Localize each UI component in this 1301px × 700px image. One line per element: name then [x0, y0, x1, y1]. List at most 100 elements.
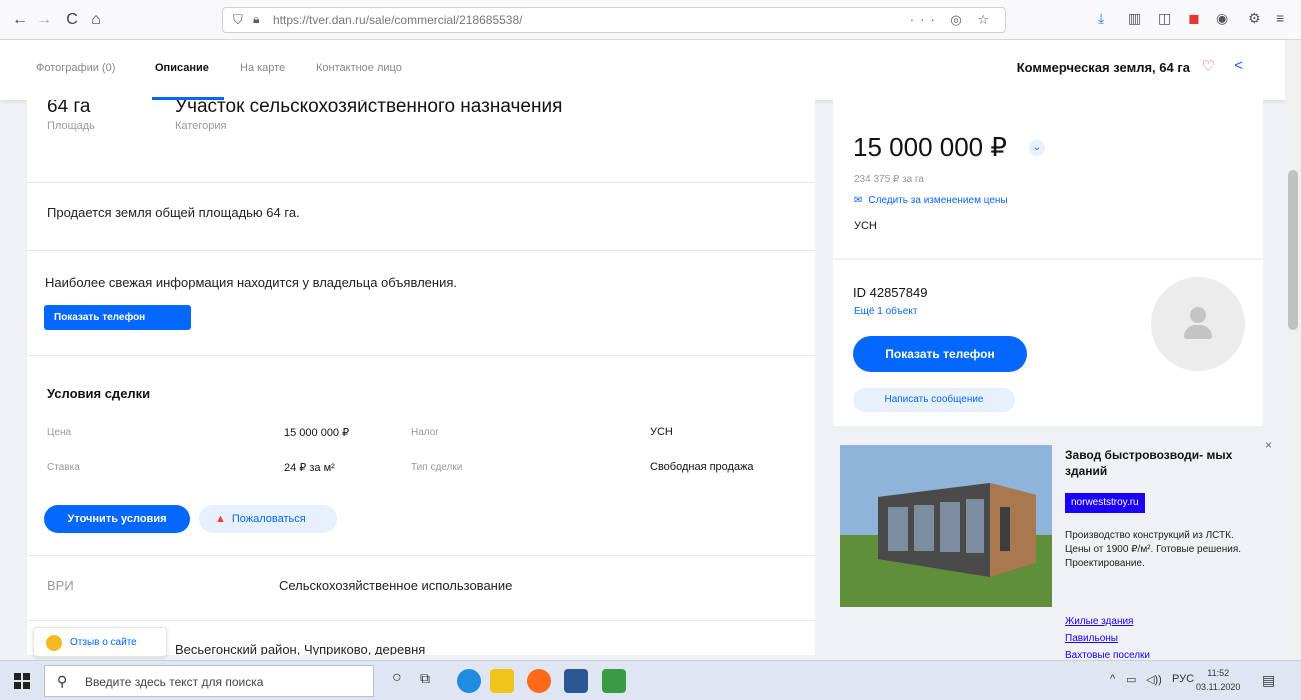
- divider: [27, 355, 815, 356]
- category-label: Категория: [175, 120, 227, 132]
- reload-icon[interactable]: C: [60, 8, 84, 32]
- page-actions-icons[interactable]: ··· ◎ ☆: [910, 12, 995, 28]
- ad-title[interactable]: Завод быстровозводи- мых зданий: [1065, 447, 1245, 479]
- rate-term-label: Ставка: [47, 462, 80, 473]
- url-text[interactable]: https://tver.dan.ru/sale/commercial/2186…: [273, 13, 522, 27]
- tray-overflow-icon[interactable]: ^: [1110, 673, 1115, 685]
- tab-photos[interactable]: Фотографии (0): [36, 62, 115, 74]
- taskbar-search-placeholder: Введите здесь текст для поиска: [85, 675, 264, 689]
- tax-term-value: УСН: [650, 426, 673, 438]
- address-text: Весьегонский район, Чуприково, деревня: [175, 642, 426, 655]
- search-icon: ⚲: [57, 673, 68, 689]
- avatar: [1151, 277, 1245, 371]
- scrollbar-thumb[interactable]: [1288, 170, 1298, 330]
- listing-title: Коммерческая земля, 64 га: [1016, 60, 1190, 75]
- account-icon[interactable]: ◉: [1216, 10, 1228, 27]
- description-text: Продается земля общей площадью 64 га.: [47, 205, 300, 220]
- complain-button-label: Пожаловаться: [231, 513, 306, 525]
- download-icon[interactable]: ⤓: [1098, 10, 1104, 27]
- site-feedback-button[interactable]: Отзыв о сайте: [33, 627, 167, 657]
- divider: [27, 250, 815, 251]
- show-phone-button-inline[interactable]: Показать телефон: [44, 305, 191, 330]
- price-value: 15 000 000 ₽: [853, 132, 1007, 162]
- edge-icon[interactable]: [457, 669, 481, 693]
- vri-value: Сельскохозяйственное использование: [279, 578, 513, 593]
- page-scrollbar[interactable]: [1285, 40, 1301, 660]
- user-icon: [1190, 307, 1206, 323]
- start-tile: [23, 673, 30, 680]
- divider: [27, 555, 815, 556]
- price-card: 15 000 000 ₽ ⌄ 234 375 ₽ за га ✉ Следить …: [833, 100, 1263, 258]
- write-message-button[interactable]: Написать сообщение: [853, 388, 1015, 412]
- tab-contact[interactable]: Контактное лицо: [316, 62, 402, 74]
- page-section-nav: Фотографии (0) Описание На карте Контакт…: [0, 40, 1285, 100]
- ad-domain[interactable]: norweststroy.ru: [1065, 493, 1145, 513]
- tab-map[interactable]: На карте: [240, 62, 285, 74]
- warning-icon: ▲: [215, 513, 226, 525]
- ad-link-pavilions[interactable]: Павильоны: [1065, 633, 1118, 644]
- deal-type-label: Тип сделки: [411, 462, 463, 473]
- price-term-label: Цена: [47, 427, 72, 438]
- word-icon[interactable]: [564, 669, 588, 693]
- ad-close-icon[interactable]: ×: [1265, 438, 1272, 452]
- shield-icon[interactable]: ⛉: [233, 12, 243, 28]
- rate-term-value: 24 ₽ за м²: [284, 462, 335, 474]
- ad-link-shift-camps[interactable]: Вахтовые поселки: [1065, 650, 1150, 658]
- show-phone-button[interactable]: Показать телефон: [853, 336, 1027, 372]
- price-term-value: 15 000 000 ₽: [284, 427, 350, 439]
- cortana-icon[interactable]: ○: [392, 669, 402, 687]
- tax-value: УСН: [854, 220, 877, 232]
- lock-icon[interactable]: 🔒︎: [253, 12, 259, 27]
- more-objects-link[interactable]: Ещё 1 объект: [854, 306, 917, 317]
- share-icon[interactable]: <: [1234, 57, 1243, 74]
- price-history-chevron-icon[interactable]: ⌄: [1029, 140, 1045, 156]
- deal-type-value: Свободная продажа: [650, 461, 754, 473]
- ad-link-residential[interactable]: Жилые здания: [1065, 616, 1133, 627]
- complain-button[interactable]: ▲ Пожаловаться: [199, 505, 337, 533]
- forward-icon[interactable]: →: [32, 8, 56, 32]
- price-per-hectare: 234 375 ₽ за га: [854, 174, 924, 185]
- watch-price-link[interactable]: ✉ Следить за изменением цены: [854, 195, 1008, 206]
- address-bar[interactable]: ⛉ 🔒︎ https://tver.dan.ru/sale/commercial…: [222, 7, 1006, 33]
- smiley-icon: [46, 635, 62, 651]
- windows-taskbar: ⚲ Введите здесь текст для поиска ○ ⧉ ^ ▭…: [0, 660, 1301, 700]
- taskbar-search-input[interactable]: ⚲ Введите здесь текст для поиска: [44, 665, 374, 697]
- seller-card: ID 42857849 Ещё 1 объект Показать телефо…: [833, 260, 1263, 426]
- clarify-terms-button[interactable]: Уточнить условия: [44, 505, 190, 533]
- listing-details-card: 64 га Площадь Участок сельскохозяйственн…: [27, 100, 815, 655]
- image-app-icon[interactable]: [602, 669, 626, 693]
- back-icon[interactable]: ←: [8, 8, 32, 32]
- extension-icon[interactable]: ◼: [1188, 10, 1200, 27]
- area-value: 64 га: [47, 100, 91, 117]
- tab-description[interactable]: Описание: [155, 62, 209, 74]
- language-indicator[interactable]: РУС: [1172, 673, 1194, 685]
- library-icon[interactable]: ▥: [1128, 10, 1141, 27]
- file-explorer-icon[interactable]: [490, 669, 514, 693]
- ad-block: × Завод быстровозводи- мых зданий norwes…: [833, 430, 1285, 658]
- start-tile: [14, 673, 21, 680]
- notifications-icon[interactable]: ▤: [1262, 672, 1275, 689]
- owner-info-text: Наиболее свежая информация находится у в…: [45, 275, 457, 290]
- sidebar-icon[interactable]: ◫: [1158, 10, 1171, 27]
- category-value: Участок сельскохозяйственного назначения: [175, 100, 563, 117]
- windows-start-icon[interactable]: [14, 673, 30, 689]
- seller-id: ID 42857849: [853, 285, 928, 300]
- start-tile: [14, 682, 21, 689]
- ad-image[interactable]: [840, 445, 1052, 607]
- home-icon[interactable]: ⌂: [84, 8, 108, 32]
- task-view-icon[interactable]: ⧉: [420, 670, 430, 687]
- tax-term-label: Налог: [411, 427, 439, 438]
- firefox-icon[interactable]: [527, 669, 551, 693]
- favorite-heart-icon[interactable]: ♡: [1202, 57, 1215, 75]
- taskbar-clock[interactable]: 11:52 03.11.2020: [1196, 666, 1240, 694]
- ad-text: Производство конструкций из ЛСТК. Цены о…: [1065, 530, 1242, 569]
- volume-icon[interactable]: ◁)): [1146, 673, 1162, 686]
- watch-price-label: Следить за изменением цены: [868, 195, 1008, 206]
- menu-icon[interactable]: ≡: [1276, 10, 1284, 26]
- clock-time: 11:52: [1207, 668, 1230, 678]
- user-icon-body: [1184, 325, 1212, 339]
- extensions-puzzle-icon[interactable]: ⚙: [1248, 10, 1261, 27]
- network-icon[interactable]: ▭: [1126, 673, 1136, 686]
- deal-terms-title: Условия сделки: [47, 386, 151, 401]
- feedback-label: Отзыв о сайте: [70, 637, 137, 648]
